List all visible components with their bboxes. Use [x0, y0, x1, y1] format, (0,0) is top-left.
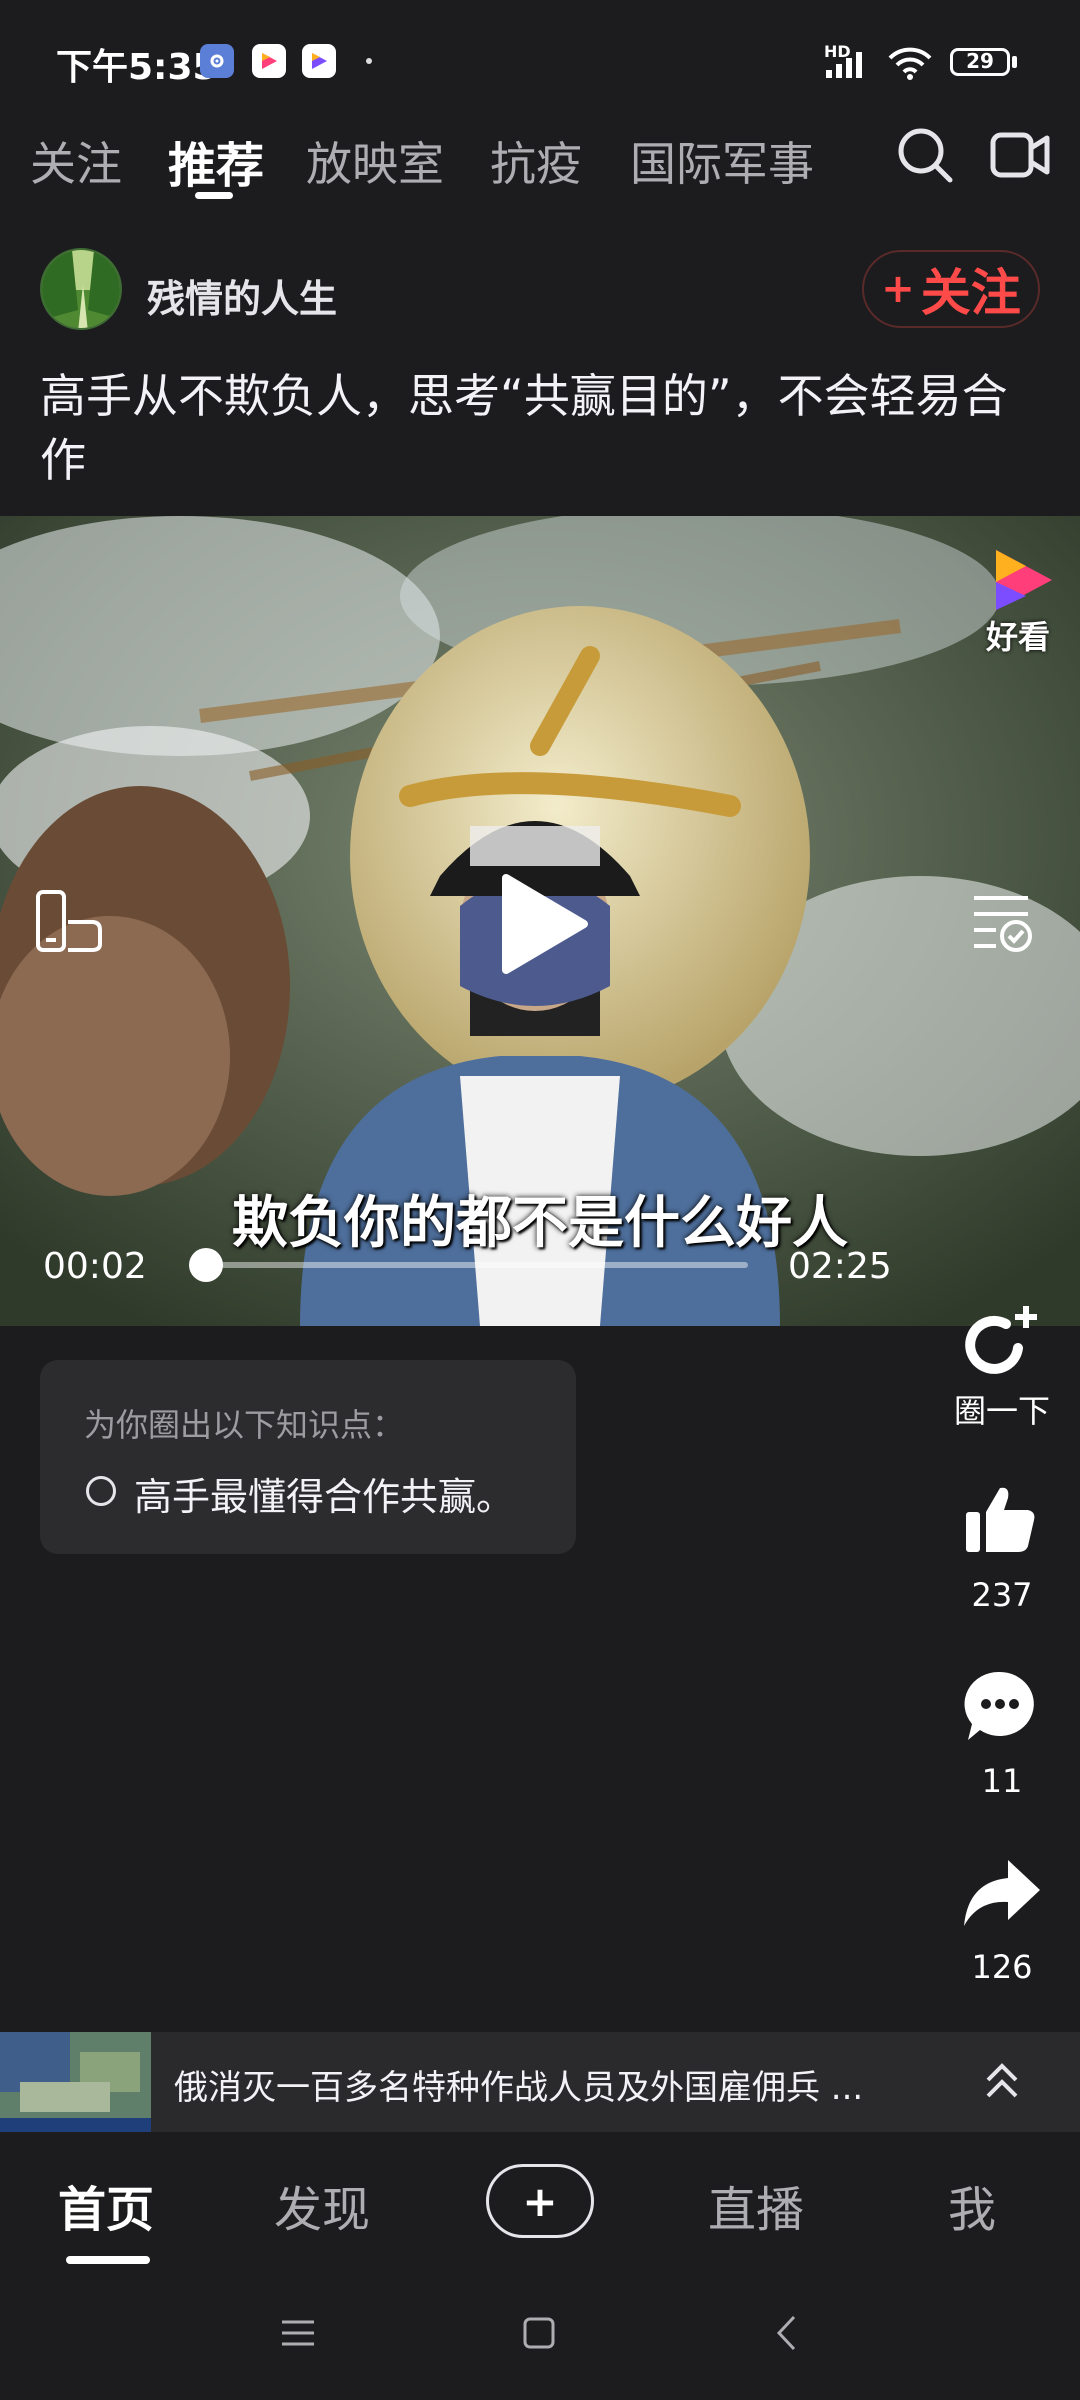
author-avatar[interactable] — [40, 248, 122, 330]
knowledge-bullet-icon — [86, 1476, 116, 1506]
share-icon[interactable] — [960, 1858, 1042, 1928]
nav-home[interactable]: 首页 — [58, 2170, 154, 2240]
tab-recommend[interactable]: 推荐 — [168, 126, 264, 196]
knowledge-item[interactable]: 高手最懂得合作共赢。 — [134, 1466, 514, 1521]
settings-app-icon — [200, 44, 234, 78]
progress-track[interactable] — [198, 1262, 748, 1268]
home-icon[interactable] — [522, 2316, 556, 2350]
playlist-icon[interactable] — [970, 890, 1034, 954]
nav-discover[interactable]: 发现 — [274, 2170, 370, 2240]
knowledge-card[interactable] — [40, 1360, 576, 1554]
share-count: 126 — [971, 1948, 1033, 1986]
tab-anti-epidemic[interactable]: 抗疫 — [490, 128, 582, 194]
haokan-label: 好看 — [986, 618, 1051, 656]
mini-player-thumbnail[interactable] — [0, 2032, 151, 2132]
plus-icon: + — [881, 266, 915, 312]
nav-live[interactable]: 直播 — [708, 2170, 804, 2240]
tab-follow[interactable]: 关注 — [30, 128, 122, 194]
battery-tip — [1012, 56, 1017, 68]
wifi-icon — [888, 47, 932, 80]
play-icon[interactable] — [496, 872, 590, 976]
nav-me[interactable]: 我 — [948, 2170, 996, 2240]
haokan-app-icon — [252, 44, 286, 78]
tab-international-military[interactable]: 国际军事 — [630, 128, 814, 194]
haokan-app-icon — [302, 44, 336, 78]
status-time: 下午5:35 — [56, 47, 218, 88]
circle-label[interactable]: 圈一下 — [922, 1386, 1080, 1432]
video-subtitle: 欺负你的都不是什么好人 — [232, 1191, 848, 1256]
publish-button[interactable]: + — [486, 2164, 594, 2238]
notification-dot — [366, 58, 372, 64]
signal-icon — [826, 52, 862, 78]
progress-knob[interactable] — [188, 1248, 223, 1282]
comment-icon[interactable] — [962, 1668, 1038, 1744]
haokan-logo-icon — [996, 550, 1052, 610]
menu-icon[interactable] — [280, 2318, 316, 2348]
rotate-screen-icon[interactable] — [34, 888, 104, 954]
expand-up-icon[interactable] — [984, 2062, 1020, 2102]
search-icon[interactable] — [896, 126, 954, 184]
knowledge-title: 为你圈出以下知识点： — [84, 1406, 405, 1444]
nav-active-indicator — [66, 2256, 150, 2264]
follow-button[interactable]: + 关注 — [862, 250, 1040, 328]
like-count: 237 — [971, 1576, 1033, 1614]
post-title: 高手从不欺负人，思考“共赢目的”，不会轻易合作 — [40, 369, 1008, 487]
circle-add-icon[interactable] — [960, 1302, 1042, 1378]
camera-icon[interactable] — [990, 132, 1050, 178]
tab-active-indicator — [195, 192, 233, 199]
battery-level: 29 — [966, 49, 994, 73]
tab-screening-room[interactable]: 放映室 — [306, 128, 444, 194]
current-time: 00:02 — [43, 1246, 147, 1287]
mini-player-title[interactable]: 俄消灭一百多名特种作战人员及外国雇佣兵 ... — [174, 2060, 914, 2109]
like-icon[interactable] — [964, 1484, 1036, 1554]
comment-count: 11 — [981, 1762, 1023, 1800]
follow-label: 关注 — [920, 264, 1021, 322]
total-time: 02:25 — [788, 1246, 892, 1287]
battery-icon: 29 — [950, 48, 1010, 76]
back-icon[interactable] — [774, 2314, 798, 2352]
author-name[interactable]: 残情的人生 — [147, 268, 337, 323]
